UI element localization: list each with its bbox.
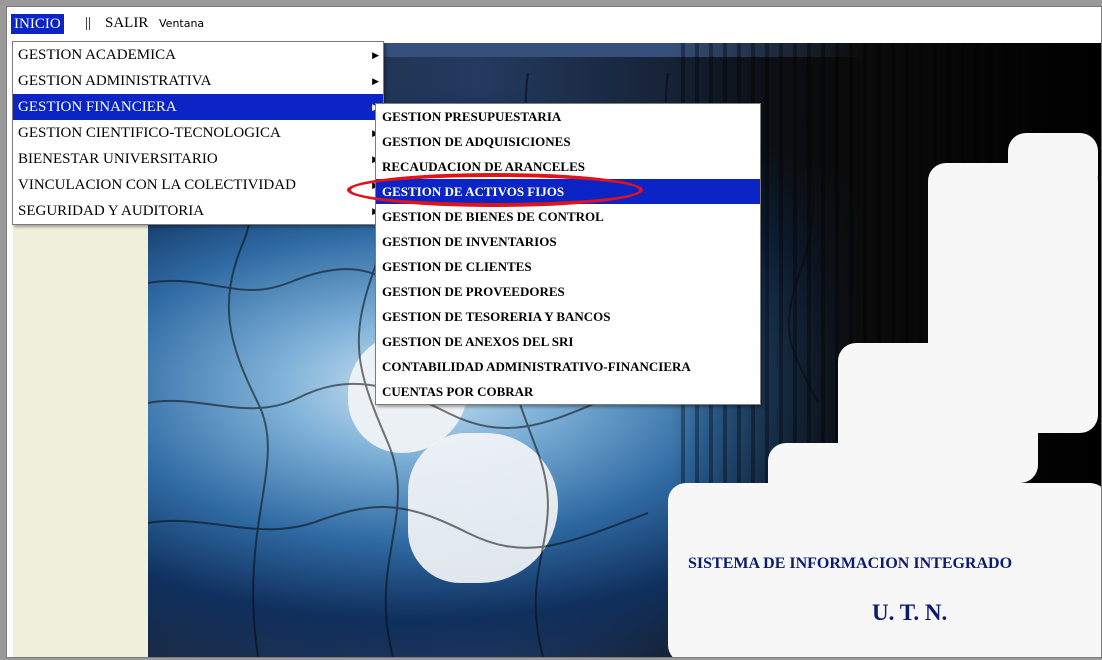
menu-bar: INICIO || SALIR Ventana	[7, 7, 1101, 41]
submenu-item-inventarios[interactable]: GESTION DE INVENTARIOS	[376, 229, 760, 254]
submenu-item-contabilidad[interactable]: CONTABILIDAD ADMINISTRATIVO-FINANCIERA	[376, 354, 760, 379]
menu-item-gestion-academica[interactable]: GESTION ACADEMICA ▶	[13, 42, 383, 68]
menu-item-gestion-administrativa[interactable]: GESTION ADMINISTRATIVA ▶	[13, 68, 383, 94]
submenu-item-label: GESTION DE TESORERIA Y BANCOS	[382, 309, 611, 324]
submenu-item-label: CUENTAS POR COBRAR	[382, 384, 534, 399]
submenu-item-label: RECAUDACION DE ARANCELES	[382, 159, 585, 174]
submenu-arrow-icon: ▶	[372, 76, 379, 86]
menu-inicio[interactable]: INICIO	[11, 14, 64, 34]
submenu-item-cuentas-por-cobrar[interactable]: CUENTAS POR COBRAR	[376, 379, 760, 404]
menu-item-vinculacion-colectividad[interactable]: VINCULACION CON LA COLECTIVIDAD ▶	[13, 172, 383, 198]
menu-item-gestion-cientifico-tecnologica[interactable]: GESTION CIENTIFICO-TECNOLOGICA ▶	[13, 120, 383, 146]
submenu-item-label: GESTION PRESUPUESTARIA	[382, 109, 562, 124]
submenu-arrow-icon: ▶	[372, 50, 379, 60]
menu-item-label: VINCULACION CON LA COLECTIVIDAD	[18, 177, 296, 193]
submenu-item-label: GESTION DE PROVEEDORES	[382, 284, 565, 299]
submenu-item-label: GESTION DE INVENTARIOS	[382, 234, 557, 249]
menu-item-label: GESTION ACADEMICA	[18, 47, 176, 63]
submenu-item-label: GESTION DE ANEXOS DEL SRI	[382, 334, 574, 349]
submenu-item-label: GESTION DE CLIENTES	[382, 259, 532, 274]
menu-ventana[interactable]: Ventana	[159, 17, 204, 30]
system-subtitle: U. T. N.	[872, 600, 948, 625]
inicio-dropdown-menu: GESTION ACADEMICA ▶ GESTION ADMINISTRATI…	[12, 41, 384, 225]
menu-item-label: GESTION ADMINISTRATIVA	[18, 73, 212, 89]
submenu-item-adquisiciones[interactable]: GESTION DE ADQUISICIONES	[376, 129, 760, 154]
red-highlight-ellipse	[347, 173, 643, 207]
submenu-item-label: GESTION DE BIENES DE CONTROL	[382, 209, 604, 224]
submenu-item-label: CONTABILIDAD ADMINISTRATIVO-FINANCIERA	[382, 359, 691, 374]
submenu-item-bienes-control[interactable]: GESTION DE BIENES DE CONTROL	[376, 204, 760, 229]
menu-separator: ||	[85, 15, 92, 31]
submenu-item-tesoreria-bancos[interactable]: GESTION DE TESORERIA Y BANCOS	[376, 304, 760, 329]
submenu-item-presupuestaria[interactable]: GESTION PRESUPUESTARIA	[376, 104, 760, 129]
system-title: SISTEMA DE INFORMACION INTEGRADO	[688, 555, 1013, 572]
gestion-financiera-submenu: GESTION PRESUPUESTARIA GESTION DE ADQUIS…	[375, 103, 761, 405]
submenu-item-anexos-sri[interactable]: GESTION DE ANEXOS DEL SRI	[376, 329, 760, 354]
menu-item-label: SEGURIDAD Y AUDITORIA	[18, 203, 205, 219]
menu-item-label: BIENESTAR UNIVERSITARIO	[18, 151, 218, 167]
menu-item-seguridad-auditoria[interactable]: SEGURIDAD Y AUDITORIA ▶	[13, 198, 383, 224]
menu-item-gestion-financiera[interactable]: GESTION FINANCIERA ▶	[13, 94, 383, 120]
menu-item-label: GESTION FINANCIERA	[18, 99, 177, 115]
menu-item-bienestar-universitario[interactable]: BIENESTAR UNIVERSITARIO ▶	[13, 146, 383, 172]
submenu-item-clientes[interactable]: GESTION DE CLIENTES	[376, 254, 760, 279]
menu-item-label: GESTION CIENTIFICO-TECNOLOGICA	[18, 125, 281, 141]
submenu-item-proveedores[interactable]: GESTION DE PROVEEDORES	[376, 279, 760, 304]
menu-salir[interactable]: SALIR	[105, 15, 148, 32]
app-window: INICIO || SALIR Ventana SISTEMA DE INFOR…	[6, 6, 1102, 658]
submenu-item-label: GESTION DE ADQUISICIONES	[382, 134, 571, 149]
